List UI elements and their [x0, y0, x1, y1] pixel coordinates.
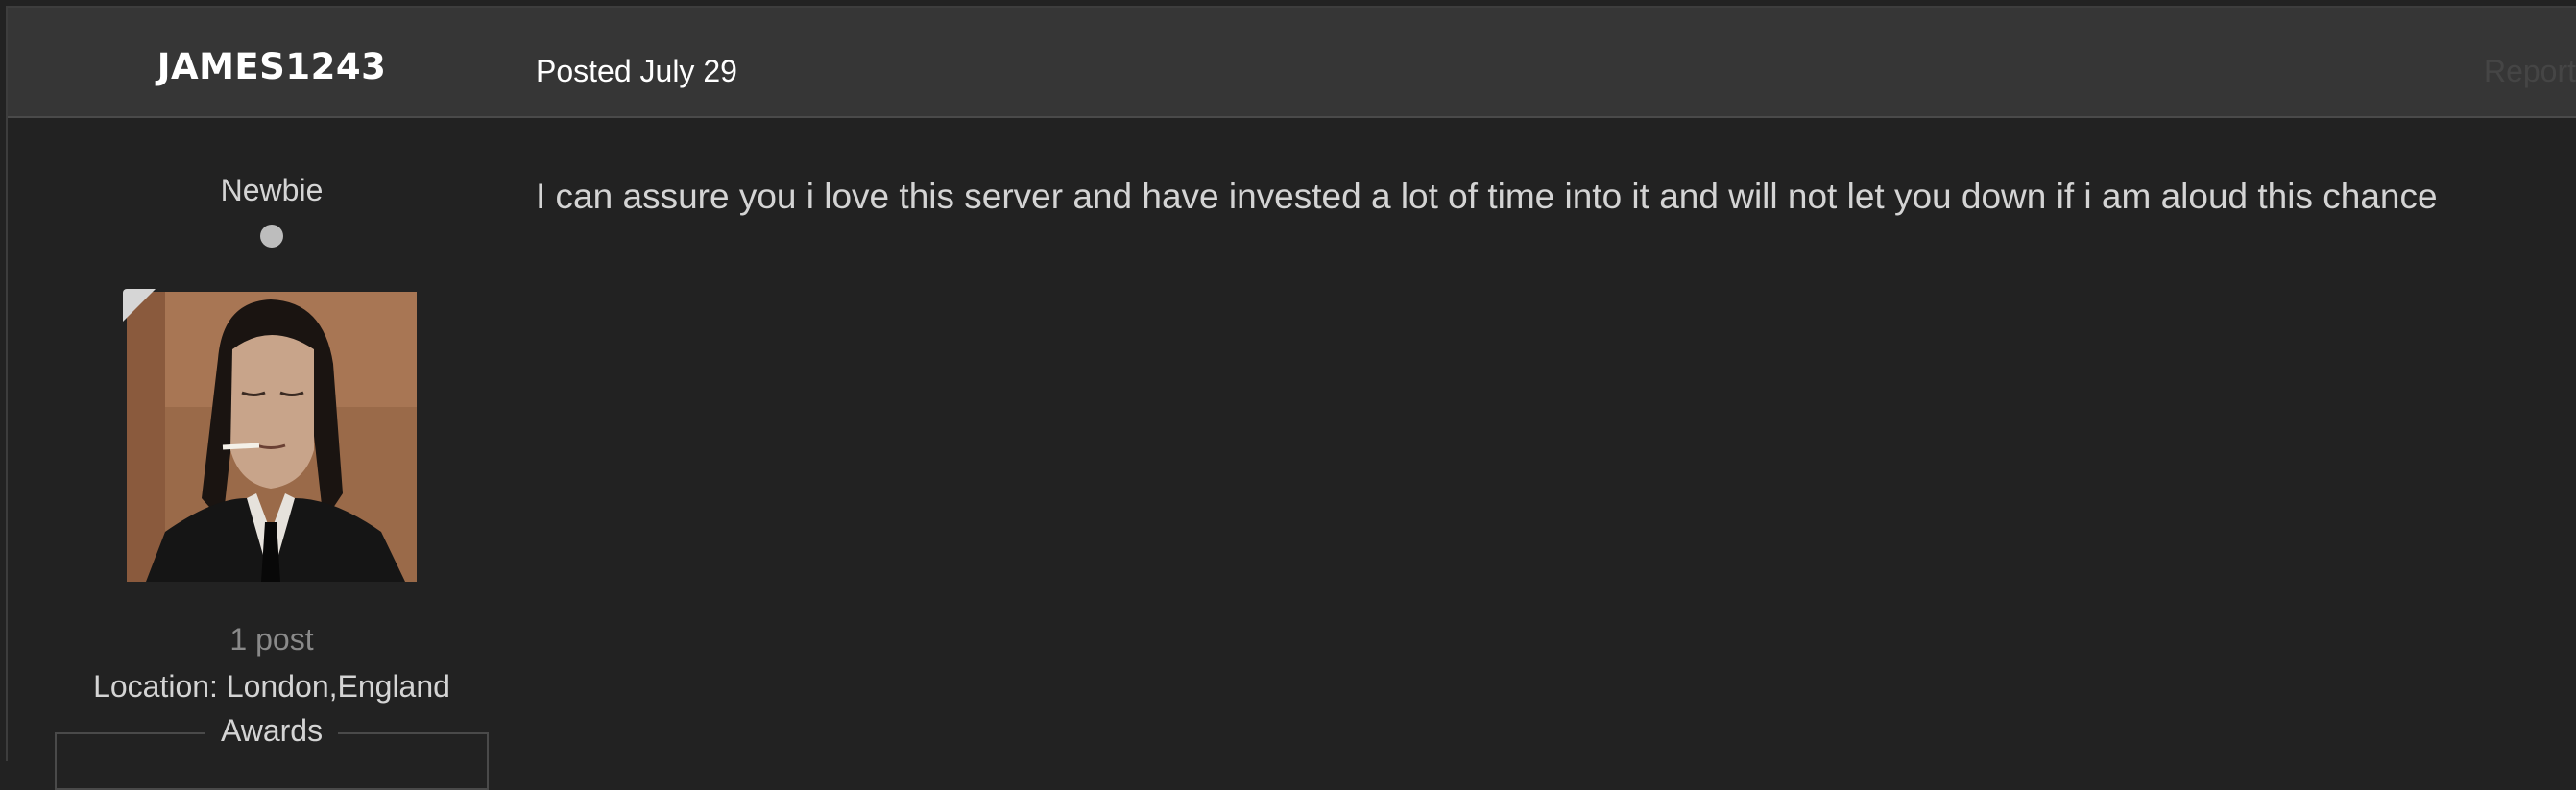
author-panel: Newbie 1 post Location: London,England A… — [8, 118, 536, 790]
post-header: JAMES1243 Posted July 29 Report — [8, 8, 2576, 118]
post-body: I can assure you i love this server and … — [536, 177, 2438, 216]
post-count: 1 post — [229, 622, 314, 657]
online-status-indicator — [260, 225, 283, 248]
report-link[interactable]: Report — [2484, 54, 2576, 89]
awards-label-text: Awards — [205, 713, 339, 748]
author-name-link[interactable]: JAMES1243 — [8, 46, 536, 87]
awards-label: Awards — [8, 713, 536, 749]
avatar-image — [127, 292, 417, 582]
member-location: Location: London,England — [93, 669, 450, 704]
forum-post: JAMES1243 Posted July 29 Report Newbie 1… — [0, 0, 2576, 790]
member-rank: Newbie — [220, 173, 324, 207]
posted-date-link[interactable]: Posted July 29 — [536, 54, 737, 89]
avatar-corner-icon — [123, 289, 156, 322]
avatar[interactable] — [127, 292, 417, 582]
